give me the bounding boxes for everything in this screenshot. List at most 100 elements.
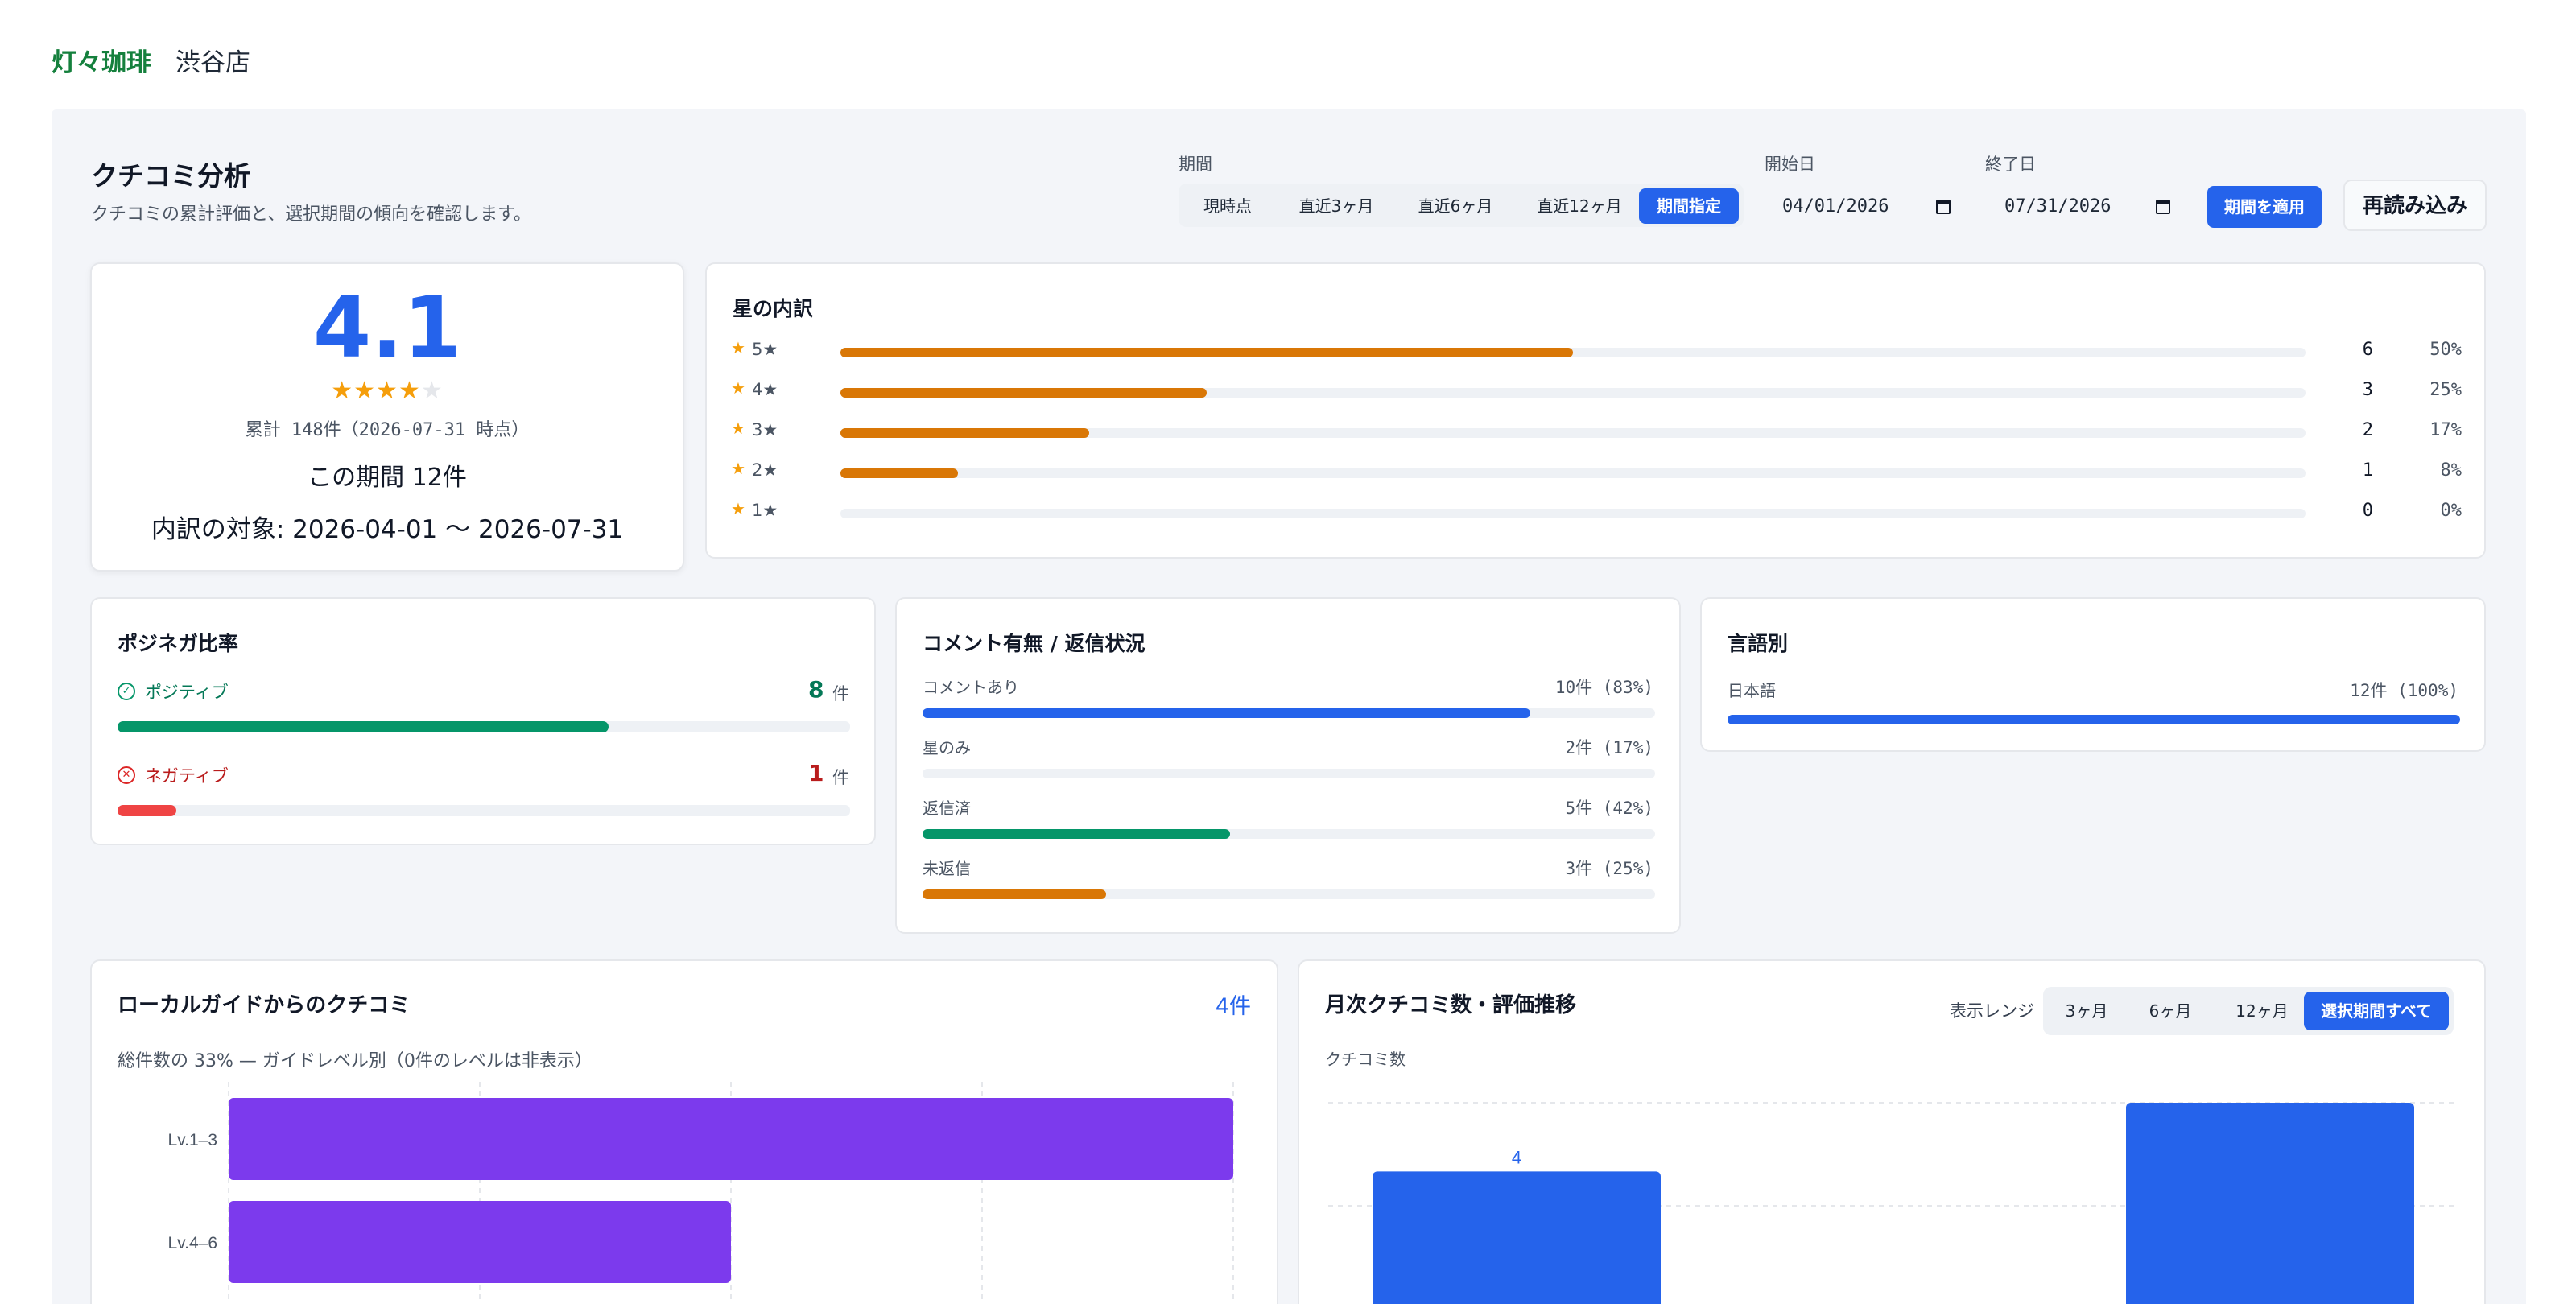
comment-row-label: 星のみ [923,738,971,757]
comment-row-value: 2件 (17%) [1565,738,1653,757]
language-label: 日本語 [1728,681,1776,700]
language-title: 言語別 [1728,632,1789,655]
comment-bar [923,708,1531,718]
period-option-now[interactable]: 現時点 [1183,188,1272,224]
breakdown-row-label: 4★ [752,380,778,399]
breakdown-title: 星の内訳 [733,297,814,320]
end-date-label: 終了日 [1985,155,2036,174]
language-bar [1728,715,2460,724]
range-option-all[interactable]: 選択期間すべて [2304,992,2449,1030]
store-name: 渋谷店 [175,48,250,77]
star-icon: ★ [420,377,444,405]
positive-unit: 件 [832,684,849,704]
guide-level-label: Lv.4–6 [168,1234,218,1252]
comment-bar-track [923,889,1655,899]
calendar-icon[interactable] [1936,200,1951,214]
x-circle-icon: ✕ [118,766,135,784]
breakdown-row-percent: 25% [2429,380,2462,400]
monthly-count-chart: 45月6月7月 [1328,1102,2458,1304]
comment-row-label: コメントあり [923,678,1019,697]
positive-label: ポジティブ [145,683,229,702]
star-icon: ★ [731,419,745,438]
comment-bar [923,889,1106,899]
range-label: 表示レンジ [1950,1001,2034,1021]
period-option-custom[interactable]: 期間指定 [1639,188,1739,224]
period-label: 期間 [1179,155,1212,174]
negative-bar [118,805,176,816]
star-icon: ★ [376,377,398,405]
breakdown-row-label: 2★ [752,460,778,480]
check-circle-icon: ✓ [118,683,135,700]
breakdown-row-count: 3 [2362,380,2373,400]
page-title: クチコミ分析 [91,160,250,192]
period-option-12m[interactable]: 直近12ヶ月 [1517,188,1642,224]
breakdown-row-percent: 8% [2440,460,2462,481]
period-option-3m[interactable]: 直近3ヶ月 [1280,188,1393,224]
brand-name: 灯々珈琲 [52,48,151,77]
guide-level-bar [229,1098,1233,1180]
star-icon: ★ [353,377,377,405]
monthly-axis-label: クチコミ数 [1325,1050,1406,1069]
comment-row-value: 5件 (42%) [1565,798,1653,818]
breakdown-bar [840,348,1573,357]
range-option-3m[interactable]: 3ヶ月 [2048,992,2125,1030]
positive-count: 8 [808,676,824,703]
apply-period-button[interactable]: 期間を適用 [2207,186,2322,228]
breakdown-row-percent: 17% [2429,420,2462,440]
star-icon: ★ [331,377,354,405]
local-guide-caption: 総件数の 33% — ガイドレベル別（0件のレベルは非表示） [118,1051,592,1071]
star-icon: ★ [731,459,745,478]
breakdown-row-count: 6 [2362,340,2373,360]
comment-bar [923,829,1231,839]
monthly-bar [1373,1171,1661,1304]
negative-bar-track [118,805,850,816]
comment-row-value: 10件 (83%) [1554,678,1653,697]
language-value: 12件 (100%) [2350,681,2458,700]
breakdown-row-count: 1 [2362,460,2373,481]
monthly-title: 月次クチコミ数・評価推移 [1325,993,1577,1017]
comment-status-title: コメント有無 / 返信状況 [923,632,1146,655]
calendar-icon[interactable] [2156,200,2170,214]
breakdown-bar-track [840,468,2306,478]
local-guide-card: ローカルガイドからのクチコミ 4件 総件数の 33% — ガイドレベル別（0件の… [90,959,1278,1304]
start-date-input[interactable]: 04/01/2026 [1782,185,1951,229]
negative-label: ネガティブ [145,766,229,786]
breakdown-bar-track [840,348,2306,357]
average-rating: 4.1 [312,279,462,377]
star-icon: ★ [731,378,745,398]
reload-button[interactable]: 再読み込み [2343,180,2487,231]
breakdown-bar [840,428,1090,438]
comment-bar-track [923,708,1655,718]
positive-bar-track [118,721,850,732]
comment-row-value: 3件 (25%) [1565,859,1653,878]
range-option-6m[interactable]: 6ヶ月 [2128,992,2212,1030]
comment-row-label: 返信済 [923,798,971,818]
cumulative-count: 累計 148件（2026-07-31 時点） [245,420,530,440]
positive-bar [118,721,609,732]
guide-level-chart: Lv.1–3 Lv.4–6 [168,1082,1234,1304]
page-subtitle: クチコミの累計評価と、選択期間の傾向を確認します。 [91,204,531,225]
breakdown-row-label: 5★ [752,340,778,359]
period-option-6m[interactable]: 直近6ヶ月 [1399,188,1512,224]
breakdown-bar [840,468,958,478]
breakdown-bar-track [840,388,2306,398]
star-icon: ★ [731,499,745,518]
end-date-input[interactable]: 07/31/2026 [2004,185,2174,229]
sentiment-title: ポジネガ比率 [118,632,239,655]
range-option-12m[interactable]: 12ヶ月 [2215,992,2309,1030]
rating-stars: ★★★★★ [92,377,683,405]
rating-summary-card: 4.1 ★★★★★ 累計 148件（2026-07-31 時点） この期間 12… [90,262,684,572]
comment-row-label: 未返信 [923,859,971,878]
monthly-bar [2126,1103,2414,1304]
star-breakdown-card: 星の内訳 ★ 5★ 6 50% ★ 4★ 3 25% ★ 3★ 2 17% ★ 2★ 1 8% ★ 1★ 0 0% [705,262,2486,559]
breakdown-bar [840,388,1207,398]
sentiment-card: ポジネガ比率 ✓ ポジティブ 8 件 ✕ ネガティブ 1 件 [90,597,876,845]
breakdown-row-count: 0 [2362,501,2373,521]
guide-level-bar [229,1201,731,1283]
breakdown-row-label: 1★ [752,501,778,520]
guide-level-label: Lv.1–3 [168,1131,218,1149]
language-bar-track [1728,715,2460,724]
period-count: この期間 12件 [308,464,467,492]
comment-bar-track [923,769,1655,778]
comment-bar-track [923,829,1655,839]
